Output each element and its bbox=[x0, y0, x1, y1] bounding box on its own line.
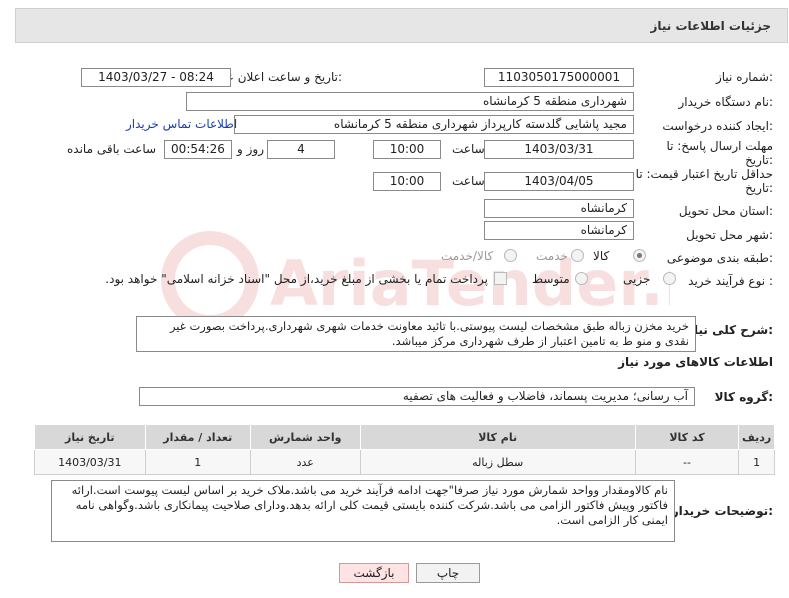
goods-section-title: اطلاعات کالاهای مورد نیاز bbox=[618, 355, 773, 369]
goods-group-field: آب رسانی؛ مدیریت پسماند، فاضلاب و فعالیت… bbox=[139, 387, 695, 406]
table-row: 1 -- سطل زباله عدد 1 1403/03/31 bbox=[34, 449, 775, 475]
requester-label: ایجاد کننده درخواست: bbox=[662, 119, 773, 133]
buyer-contact-link[interactable]: اطلاعات تماس خریدار bbox=[126, 117, 237, 131]
cell-need-date: 1403/03/31 bbox=[34, 449, 146, 475]
general-description-field: خرید مخزن زباله طبق مشخصات لیست پیوستی.ب… bbox=[136, 316, 696, 352]
cell-unit: عدد bbox=[250, 449, 361, 475]
remaining-time-label: ساعت باقی مانده bbox=[67, 142, 157, 156]
general-description-label: شرح کلی نیاز: bbox=[687, 323, 773, 337]
province-field: کرمانشاه bbox=[484, 199, 634, 218]
price-validity-date-field: 1403/04/05 bbox=[484, 172, 634, 191]
reply-deadline-label2: تاریخ: bbox=[745, 153, 773, 167]
price-validity-time-field: 10:00 bbox=[373, 172, 441, 191]
treasury-payment-checkbox[interactable] bbox=[494, 272, 507, 285]
reply-date-field: 1403/03/31 bbox=[484, 140, 634, 159]
col-unit: واحد شمارش bbox=[250, 424, 361, 450]
category-option-goods: کالا bbox=[593, 249, 610, 263]
buyer-org-field: شهرداری منطقه 5 کرمانشاه bbox=[186, 92, 634, 111]
purchase-option-minor: جزیی bbox=[623, 272, 651, 286]
city-label: شهر محل تحویل: bbox=[686, 228, 773, 242]
col-item-name: نام کالا bbox=[359, 424, 636, 450]
reply-deadline-label: مهلت ارسال پاسخ: تا bbox=[666, 139, 773, 153]
cell-row-number: 1 bbox=[738, 449, 775, 475]
remaining-time-field: 00:54:26 bbox=[164, 140, 232, 159]
cell-item-name: سطل زباله bbox=[359, 449, 636, 475]
price-validity-label2: تاریخ: bbox=[745, 181, 773, 195]
category-option-goods-service: کالا/خدمت bbox=[441, 249, 494, 263]
requester-field: مجید پاشایی گلدسته کارپرداز شهرداری منطق… bbox=[234, 115, 634, 134]
col-item-code: کد کالا bbox=[634, 424, 740, 450]
category-radio-goods[interactable] bbox=[633, 249, 646, 262]
reply-time-field: 10:00 bbox=[373, 140, 441, 159]
city-field: کرمانشاه bbox=[484, 221, 634, 240]
price-validity-label: حداقل تاریخ اعتبار قیمت: تا bbox=[635, 167, 773, 181]
print-button[interactable]: چاپ bbox=[416, 563, 480, 583]
purchase-option-medium: متوسط bbox=[532, 272, 570, 286]
treasury-payment-note: پرداخت تمام یا بخشی از مبلغ خرید،از محل … bbox=[105, 272, 488, 286]
category-radio-service[interactable] bbox=[571, 249, 584, 262]
buyer-org-label: نام دستگاه خریدار: bbox=[678, 95, 774, 109]
category-radio-goods-service[interactable] bbox=[504, 249, 517, 262]
goods-table-header: ردیف کد کالا نام کالا واحد شمارش تعداد /… bbox=[34, 424, 775, 450]
col-quantity: تعداد / مقدار bbox=[144, 424, 252, 450]
purchase-radio-medium[interactable] bbox=[575, 272, 588, 285]
panel-header: جزئیات اطلاعات نیاز bbox=[15, 8, 788, 43]
reply-time-label: ساعت bbox=[452, 142, 485, 156]
need-number-field: 1103050175000001 bbox=[484, 68, 634, 87]
goods-table: ردیف کد کالا نام کالا واحد شمارش تعداد /… bbox=[34, 424, 775, 475]
remaining-days-field: 4 bbox=[267, 140, 335, 159]
category-label: طبقه بندی موضوعی: bbox=[666, 251, 773, 265]
purchase-radio-minor[interactable] bbox=[663, 272, 676, 285]
page-title: جزئیات اطلاعات نیاز bbox=[650, 19, 771, 33]
announce-datetime-field: 1403/03/27 - 08:24 bbox=[81, 68, 231, 87]
buyer-notes-field: نام کالاومقدار وواحد شمارش مورد نیاز صرف… bbox=[51, 480, 675, 542]
goods-group-label: گروه کالا: bbox=[714, 390, 773, 404]
cell-item-code: -- bbox=[634, 449, 740, 475]
cell-quantity: 1 bbox=[144, 449, 252, 475]
buyer-notes-label: توضیحات خریدار: bbox=[671, 504, 773, 518]
col-row-number: ردیف bbox=[738, 424, 775, 450]
category-option-service: خدمت bbox=[536, 249, 568, 263]
price-validity-time-label: ساعت bbox=[452, 174, 485, 188]
days-label: روز و bbox=[237, 142, 264, 156]
province-label: استان محل تحویل: bbox=[678, 204, 773, 218]
col-need-date: تاریخ نیاز bbox=[34, 424, 146, 450]
back-button[interactable]: بازگشت bbox=[339, 563, 409, 583]
purchase-type-label: نوع فرآیند خرید : bbox=[688, 274, 773, 288]
need-number-label: شماره نیاز: bbox=[715, 70, 773, 84]
